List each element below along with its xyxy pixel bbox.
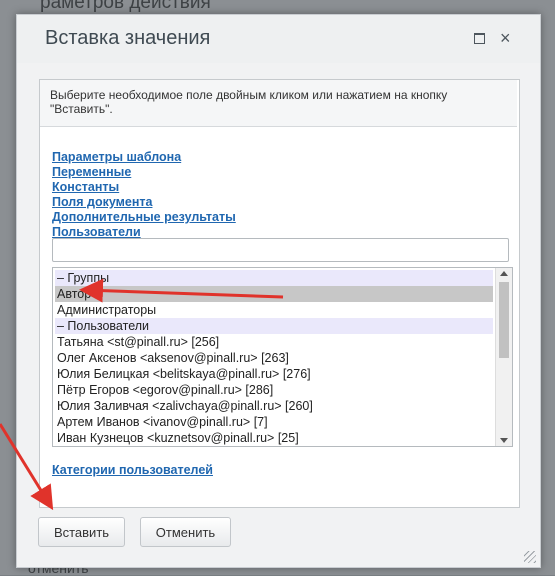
maximize-icon[interactable] [474,33,485,44]
link-constants[interactable]: Константы [52,180,236,195]
list-item[interactable]: Татьяна <st@pinall.ru> [256] [55,334,493,350]
hint-panel: Выберите необходимое поле двойным кликом… [40,80,517,127]
background-heading: раметров действия [40,0,211,13]
dialog-content: Выберите необходимое поле двойным кликом… [39,79,520,508]
scroll-up-icon[interactable] [500,271,508,276]
resize-grip-icon[interactable] [524,551,536,563]
scrollbar-thumb[interactable] [499,282,509,358]
close-icon[interactable]: × [500,27,511,49]
list-option-groups-header[interactable]: – Группы [55,270,493,286]
list-item[interactable]: Юлия Заливчая <zalivchaya@pinall.ru> [26… [55,398,493,414]
dialog-title: Вставка значения [45,27,211,49]
insert-button[interactable]: Вставить [38,517,125,547]
list-option-users-header[interactable]: – Пользователи [55,318,493,334]
listbox-scrollbar[interactable] [495,268,512,446]
list-item[interactable]: Артем Иванов <ivanov@pinall.ru> [7] [55,414,493,430]
link-variables[interactable]: Переменные [52,165,236,180]
insert-value-dialog: Вставка значения × Выберите необходимое … [16,14,541,568]
list-item[interactable]: Иван Кузнецов <kuznetsov@pinall.ru> [25] [55,430,493,446]
dialog-header[interactable]: Вставка значения × [17,15,540,63]
field-category-links: Параметры шаблона Переменные Константы П… [52,150,236,240]
link-user-categories[interactable]: Категории пользователей [52,463,213,477]
link-document-fields[interactable]: Поля документа [52,195,236,210]
link-additional-results[interactable]: Дополнительные результаты [52,210,236,225]
users-listbox[interactable]: – Группы Автор Администраторы – Пользова… [52,267,513,447]
list-option-admins[interactable]: Администраторы [55,302,493,318]
scroll-down-icon[interactable] [500,438,508,443]
list-item[interactable]: Пётр Егоров <egorov@pinall.ru> [286] [55,382,493,398]
list-item[interactable]: Юлия Белицкая <belitskaya@pinall.ru> [27… [55,366,493,382]
list-option-author[interactable]: Автор [55,286,493,302]
cancel-button[interactable]: Отменить [140,517,231,547]
list-item[interactable]: Олег Аксенов <aksenov@pinall.ru> [263] [55,350,493,366]
search-input[interactable] [52,238,509,262]
link-template-params[interactable]: Параметры шаблона [52,150,236,165]
hint-text: Выберите необходимое поле двойным кликом… [50,88,448,116]
